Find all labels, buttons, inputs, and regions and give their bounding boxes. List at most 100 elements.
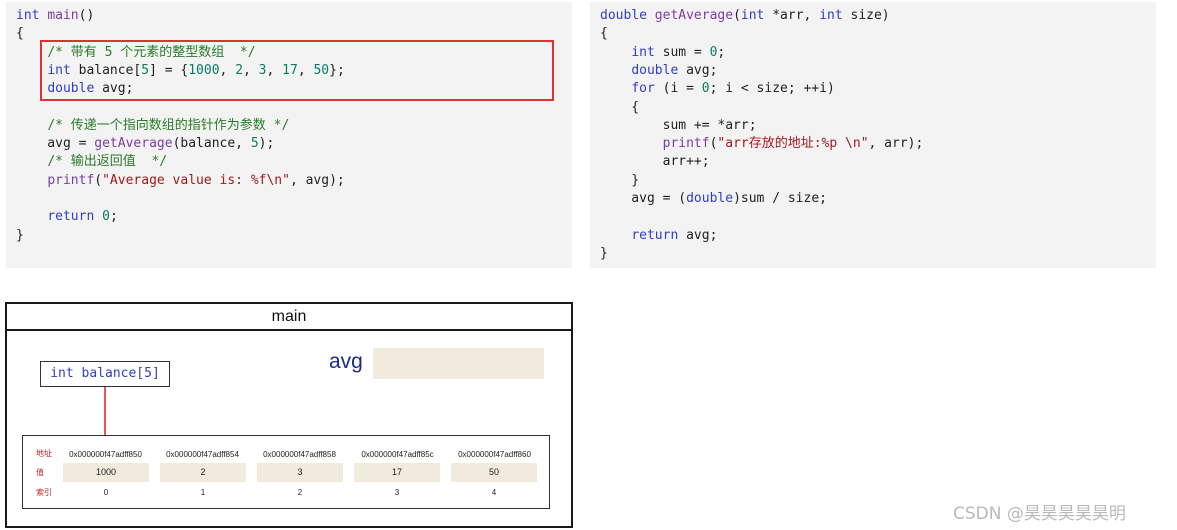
- code-token: /* 输出返回值 */: [47, 154, 168, 170]
- code-token: 3: [258, 62, 267, 78]
- code-token: {: [600, 26, 608, 42]
- code-token: }: [16, 227, 24, 243]
- code-line: for (i = 0; i < size; ++i): [600, 80, 835, 98]
- code-token: )sum / size;: [733, 191, 827, 206]
- watermark: CSDN @昊昊昊昊昊明: [953, 504, 1126, 524]
- code-token: }: [600, 245, 608, 261]
- code-token: avg;: [94, 81, 134, 97]
- code-token: (balance,: [172, 136, 251, 152]
- code-token: );: [258, 136, 275, 152]
- code-token: (: [94, 172, 103, 188]
- code-token: 17: [282, 62, 298, 78]
- code-token: {: [16, 26, 24, 42]
- code-token: double: [631, 62, 679, 78]
- code-line: return 0;: [16, 208, 117, 226]
- cell-value: 17: [354, 463, 440, 482]
- code-line: arr++;: [600, 153, 710, 171]
- code-line: avg = getAverage(balance, 5);: [16, 135, 274, 153]
- frame-title: main: [7, 304, 571, 331]
- code-token: ,: [219, 62, 236, 78]
- cell-address: 0x000000f47adff85c: [361, 450, 434, 459]
- balance-variable-label: int balance[5]: [40, 361, 170, 387]
- cell-value: 1000: [63, 463, 149, 482]
- address-row-label: 地址: [36, 449, 52, 458]
- cell-address: 0x000000f47adff860: [458, 450, 531, 459]
- code-line: /* 带有 5 个元素的整型数组 */: [16, 44, 256, 62]
- code-token: int: [740, 8, 765, 23]
- code-token: 5: [250, 136, 259, 152]
- code-token: , arr);: [868, 136, 924, 152]
- code-line: {: [16, 25, 24, 43]
- code-token: for: [631, 81, 655, 97]
- main-stack-frame: main int balance[5] avg 地址 值 索引 0x000000…: [5, 302, 573, 528]
- code-token: int: [631, 44, 655, 60]
- code-token: 5: [141, 62, 150, 78]
- code-token: (: [733, 8, 741, 23]
- code-line: {: [600, 99, 639, 117]
- code-line: int sum = 0;: [600, 44, 725, 62]
- code-token: size): [842, 8, 890, 23]
- cell-index: 4: [491, 488, 497, 497]
- code-token: double: [686, 191, 734, 206]
- avg-label: avg: [329, 350, 363, 373]
- code-line: }: [16, 227, 24, 245]
- code-token: (i =: [654, 81, 702, 97]
- code-token: main: [47, 8, 79, 23]
- cell-index: 2: [297, 488, 303, 497]
- code-token: 0: [102, 209, 110, 225]
- code-token: ,: [243, 62, 259, 78]
- code-line: {: [600, 25, 608, 43]
- cell-address: 0x000000f47adff858: [263, 450, 336, 459]
- code-line: int balance[5] = {1000, 2, 3, 17, 50};: [16, 62, 344, 80]
- code-token: 2: [235, 62, 244, 78]
- code-token: (): [78, 8, 95, 23]
- cell-address: 0x000000f47adff854: [166, 450, 239, 459]
- cell-value: 3: [257, 463, 343, 482]
- code-token: {: [600, 99, 640, 115]
- code-token: int: [47, 62, 71, 78]
- code-token: int: [16, 8, 40, 23]
- code-line: /* 传递一个指向数组的指针作为参数 */: [16, 117, 289, 135]
- code-token: , avg);: [289, 172, 345, 188]
- code-token: balance[: [70, 62, 142, 78]
- code-token: *arr,: [764, 8, 820, 23]
- code-token: avg;: [678, 227, 718, 243]
- code-line: avg = (double)sum / size;: [600, 190, 827, 208]
- code-token: sum =: [654, 44, 710, 60]
- code-line: double getAverage(int *arr, int size): [600, 7, 890, 25]
- cell-index: 0: [103, 488, 109, 497]
- code-token: int: [819, 8, 843, 23]
- code-line: sum += *arr;: [600, 117, 757, 135]
- code-token: getAverage: [654, 8, 734, 23]
- code-token: 50: [313, 62, 330, 78]
- code-token: double: [47, 81, 95, 97]
- code-token: ] = {: [149, 62, 189, 78]
- cell-address: 0x000000f47adff850: [69, 450, 142, 459]
- code-token: ,: [266, 62, 283, 78]
- code-token: /* 带有 5 个元素的整型数组 */: [47, 44, 256, 60]
- code-token: getAverage: [94, 136, 173, 152]
- code-line: int main(): [16, 7, 94, 25]
- code-token: double: [600, 8, 647, 23]
- code-line: double avg;: [600, 62, 717, 80]
- cell-index: 1: [200, 488, 206, 497]
- code-token: sum += *arr;: [600, 117, 757, 133]
- array-memory-panel: 地址 值 索引 0x000000f47adff850 1000 0 0x000000f…: [22, 435, 550, 509]
- cell-value: 2: [160, 463, 246, 482]
- code-line: }: [600, 172, 639, 190]
- value-row-label: 值: [36, 468, 44, 477]
- code-token: avg = (: [600, 191, 687, 206]
- avg-value-box: [373, 348, 544, 379]
- code-token: 1000: [188, 62, 220, 78]
